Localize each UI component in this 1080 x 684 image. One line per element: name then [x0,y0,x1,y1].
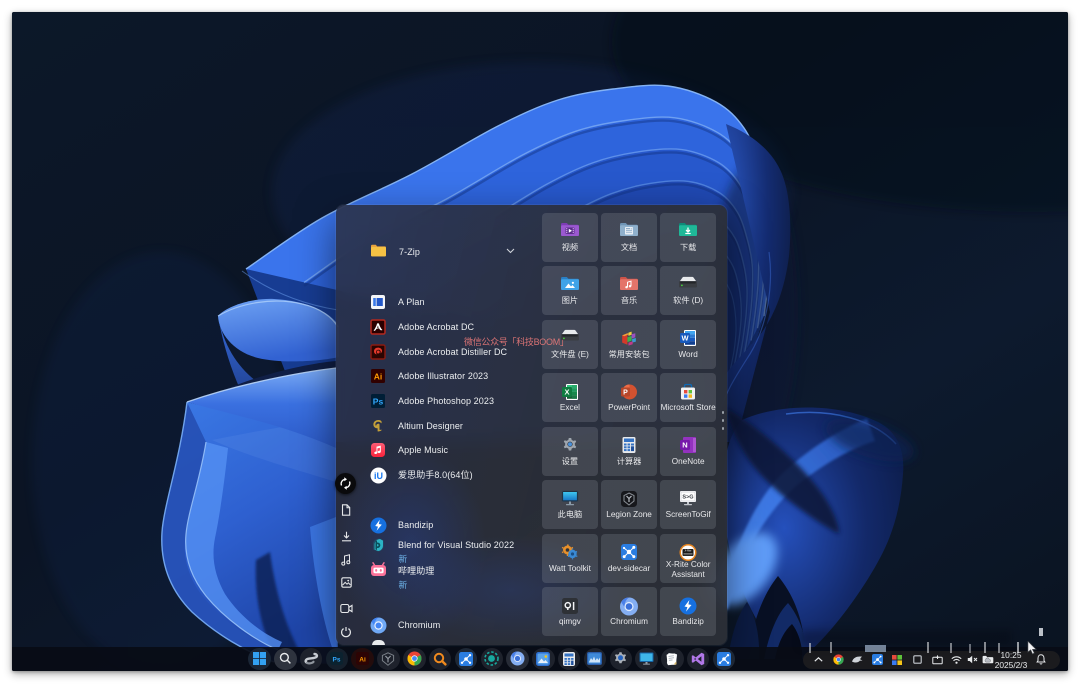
svg-text:X-Rite: X-Rite [685,549,692,552]
svg-text:Ps: Ps [333,657,341,664]
svg-text:X: X [564,387,569,396]
svg-text:Ai: Ai [359,657,366,664]
svg-text:P: P [623,389,628,396]
svg-text:iU: iU [374,471,383,481]
svg-text:S>G: S>G [683,494,694,500]
svg-text:N: N [682,441,687,450]
svg-text:Ai: Ai [374,372,383,382]
svg-text:W: W [682,334,690,343]
svg-text:Ps: Ps [373,396,384,406]
